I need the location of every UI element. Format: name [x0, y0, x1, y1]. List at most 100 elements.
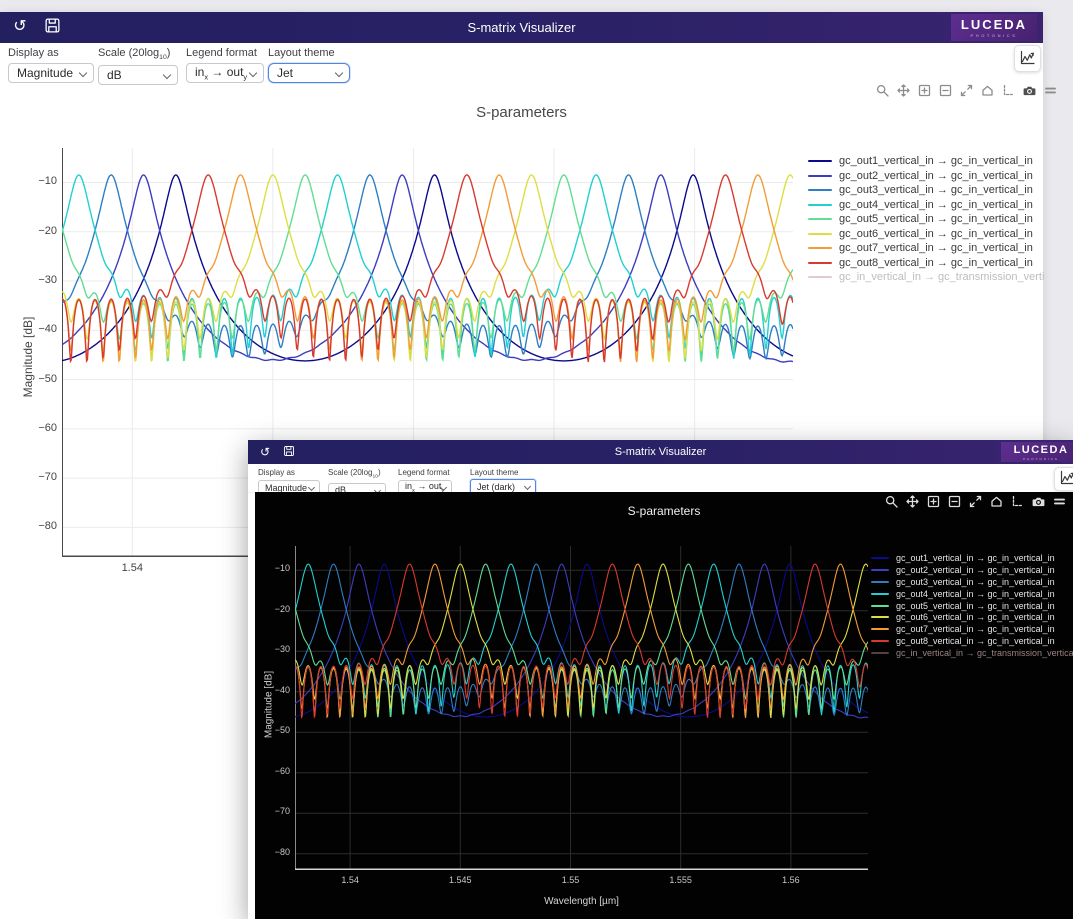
zoom-out-icon[interactable]	[939, 84, 953, 98]
spike-lines-icon[interactable]	[1002, 84, 1016, 98]
display-as-select[interactable]: Magnitude	[8, 63, 94, 83]
plot-title: S-parameters	[0, 104, 1043, 121]
legend-label: gc_out7_vertical_in → gc_in_vertical_in	[839, 242, 1033, 254]
legend-item[interactable]: gc_out5_vertical_in → gc_in_vertical_in	[808, 212, 1045, 227]
legend-label: gc_out4_vertical_in → gc_in_vertical_in	[896, 589, 1055, 599]
legend-swatch	[808, 247, 832, 249]
legend-label: gc_out1_vertical_in → gc_in_vertical_in	[839, 155, 1033, 167]
luceda-logo: LUCEDA PHOTONICS	[1001, 442, 1073, 462]
legend-item[interactable]: gc_out6_vertical_in → gc_in_vertical_in	[871, 611, 1071, 623]
legend-label: gc_out5_vertical_in → gc_in_vertical_in	[839, 213, 1033, 225]
legend-swatch	[871, 593, 889, 595]
legend-item[interactable]: gc_out2_vertical_in → gc_in_vertical_in	[808, 169, 1045, 184]
legend-item[interactable]: gc_out8_vertical_in → gc_in_vertical_in	[871, 635, 1071, 647]
tick-label: −50	[264, 725, 290, 735]
scale-select[interactable]: dB	[98, 65, 178, 85]
layout-theme-label: Layout theme	[470, 468, 518, 477]
legend-item[interactable]: gc_out2_vertical_in → gc_in_vertical_in	[871, 564, 1071, 576]
chart-icon	[1019, 49, 1036, 69]
legend-label: gc_out3_vertical_in → gc_in_vertical_in	[896, 577, 1055, 587]
camera-icon[interactable]	[1023, 84, 1037, 98]
tick-label: −20	[264, 604, 290, 614]
legend-label: gc_out2_vertical_in → gc_in_vertical_in	[839, 170, 1033, 182]
layout-theme-value: Jet (dark)	[477, 482, 515, 492]
legend-item[interactable]: gc_in_vertical_in → gc_transmission_vert…	[871, 647, 1071, 659]
display-as-label: Display as	[258, 468, 320, 477]
legend-item[interactable]: gc_out1_vertical_in → gc_in_vertical_in	[871, 552, 1071, 564]
legend-swatch	[871, 616, 889, 618]
legend-item[interactable]: gc_out8_vertical_in → gc_in_vertical_in	[808, 256, 1045, 271]
legend-item[interactable]: gc_out7_vertical_in → gc_in_vertical_in	[871, 623, 1071, 635]
legend-swatch	[808, 175, 832, 177]
tick-label: 1.54	[107, 562, 157, 574]
legend-format-group: Legend format inx → outy	[186, 47, 264, 83]
luceda-logo: LUCEDA PHOTONICS	[951, 14, 1037, 41]
chevron-down-icon	[335, 69, 343, 77]
spectrum-plot-svg	[295, 546, 868, 870]
tick-label: −40	[27, 323, 57, 335]
legend-swatch	[871, 569, 889, 571]
logo-subtitle: PHOTONICS	[951, 33, 1037, 38]
legend-format-group: Legend format inx → outy	[398, 468, 452, 495]
legend-label: gc_out2_vertical_in → gc_in_vertical_in	[896, 565, 1055, 575]
display-as-value: Magnitude	[17, 66, 73, 80]
pan-icon[interactable]	[897, 84, 911, 98]
tick-label: 1.55	[545, 875, 595, 885]
legend-item[interactable]: gc_out5_vertical_in → gc_in_vertical_in	[871, 600, 1071, 612]
logo-text: LUCEDA	[1001, 444, 1073, 456]
legend-item[interactable]: gc_out3_vertical_in → gc_in_vertical_in	[871, 576, 1071, 588]
legend-swatch	[808, 218, 832, 220]
legend-swatch	[808, 262, 832, 264]
legend-item[interactable]: gc_out7_vertical_in → gc_in_vertical_in	[808, 241, 1045, 256]
legend-dark: gc_out1_vertical_in → gc_in_vertical_ing…	[871, 552, 1071, 659]
legend-format-label: Legend format	[186, 47, 264, 59]
tick-label: −10	[264, 563, 290, 573]
layout-theme-label: Layout theme	[268, 47, 350, 59]
legend-format-value: inx → outy	[195, 65, 247, 81]
tick-label: −10	[27, 175, 57, 187]
plot-settings-button[interactable]	[1054, 467, 1073, 491]
tick-label: −40	[264, 685, 290, 695]
legend-item[interactable]: gc_out4_vertical_in → gc_in_vertical_in	[871, 588, 1071, 600]
legend-swatch	[808, 204, 832, 206]
legend-item[interactable]: gc_out3_vertical_in → gc_in_vertical_in	[808, 183, 1045, 198]
tick-label: 1.545	[435, 875, 485, 885]
display-as-group: Display as Magnitude	[258, 468, 320, 495]
chevron-down-icon	[79, 69, 87, 77]
menu-icon[interactable]	[1044, 84, 1058, 98]
app-header-dark: ↺ S-matrix Visualizer LUCEDA PHOTONICS	[248, 440, 1073, 464]
legend-light: gc_out1_vertical_in → gc_in_vertical_ing…	[808, 154, 1045, 285]
legend-label: gc_out4_vertical_in → gc_in_vertical_in	[839, 199, 1033, 211]
legend-format-label: Legend format	[398, 468, 452, 477]
legend-swatch	[808, 276, 832, 278]
scale-label: Scale (20log10)	[98, 47, 178, 61]
zoom-icon[interactable]	[876, 84, 890, 98]
reset-axes-icon[interactable]	[981, 84, 995, 98]
chart-icon	[1059, 469, 1073, 489]
legend-label: gc_out3_vertical_in → gc_in_vertical_in	[839, 184, 1033, 196]
toolbar-dark: Display as Magnitude Scale (20log10) dB …	[248, 464, 1073, 493]
autoscale-icon[interactable]	[960, 84, 974, 98]
display-as-group: Display as Magnitude	[8, 47, 94, 83]
layout-theme-select[interactable]: Jet	[268, 63, 350, 83]
visualizer-window-dark: ↺ S-matrix Visualizer LUCEDA PHOTONICS D…	[248, 440, 1073, 919]
app-title: S-matrix Visualizer	[248, 440, 1073, 464]
plot-title: S-parameters	[255, 504, 1073, 518]
plot-settings-button[interactable]	[1014, 45, 1041, 72]
legend-item[interactable]: gc_out6_vertical_in → gc_in_vertical_in	[808, 227, 1045, 242]
legend-item[interactable]: gc_out4_vertical_in → gc_in_vertical_in	[808, 198, 1045, 213]
tick-label: 1.555	[656, 875, 706, 885]
legend-format-select[interactable]: inx → outy	[186, 63, 264, 83]
chevron-down-icon	[249, 69, 257, 77]
legend-item[interactable]: gc_out1_vertical_in → gc_in_vertical_in	[808, 154, 1045, 169]
legend-label: gc_in_vertical_in → gc_transmission_vert…	[896, 648, 1073, 658]
tick-label: −80	[27, 520, 57, 532]
app-title: S-matrix Visualizer	[0, 12, 1043, 43]
zoom-in-icon[interactable]	[918, 84, 932, 98]
legend-label: gc_out5_vertical_in → gc_in_vertical_in	[896, 601, 1055, 611]
y-axis-label: Magnitude [dB]	[21, 267, 35, 447]
app-header-light: ↺ S-matrix Visualizer LUCEDA PHOTONICS	[0, 12, 1043, 43]
legend-label: gc_out7_vertical_in → gc_in_vertical_in	[896, 624, 1055, 634]
legend-item[interactable]: gc_in_vertical_in → gc_transmission_vert…	[808, 270, 1045, 285]
tick-label: −60	[264, 766, 290, 776]
